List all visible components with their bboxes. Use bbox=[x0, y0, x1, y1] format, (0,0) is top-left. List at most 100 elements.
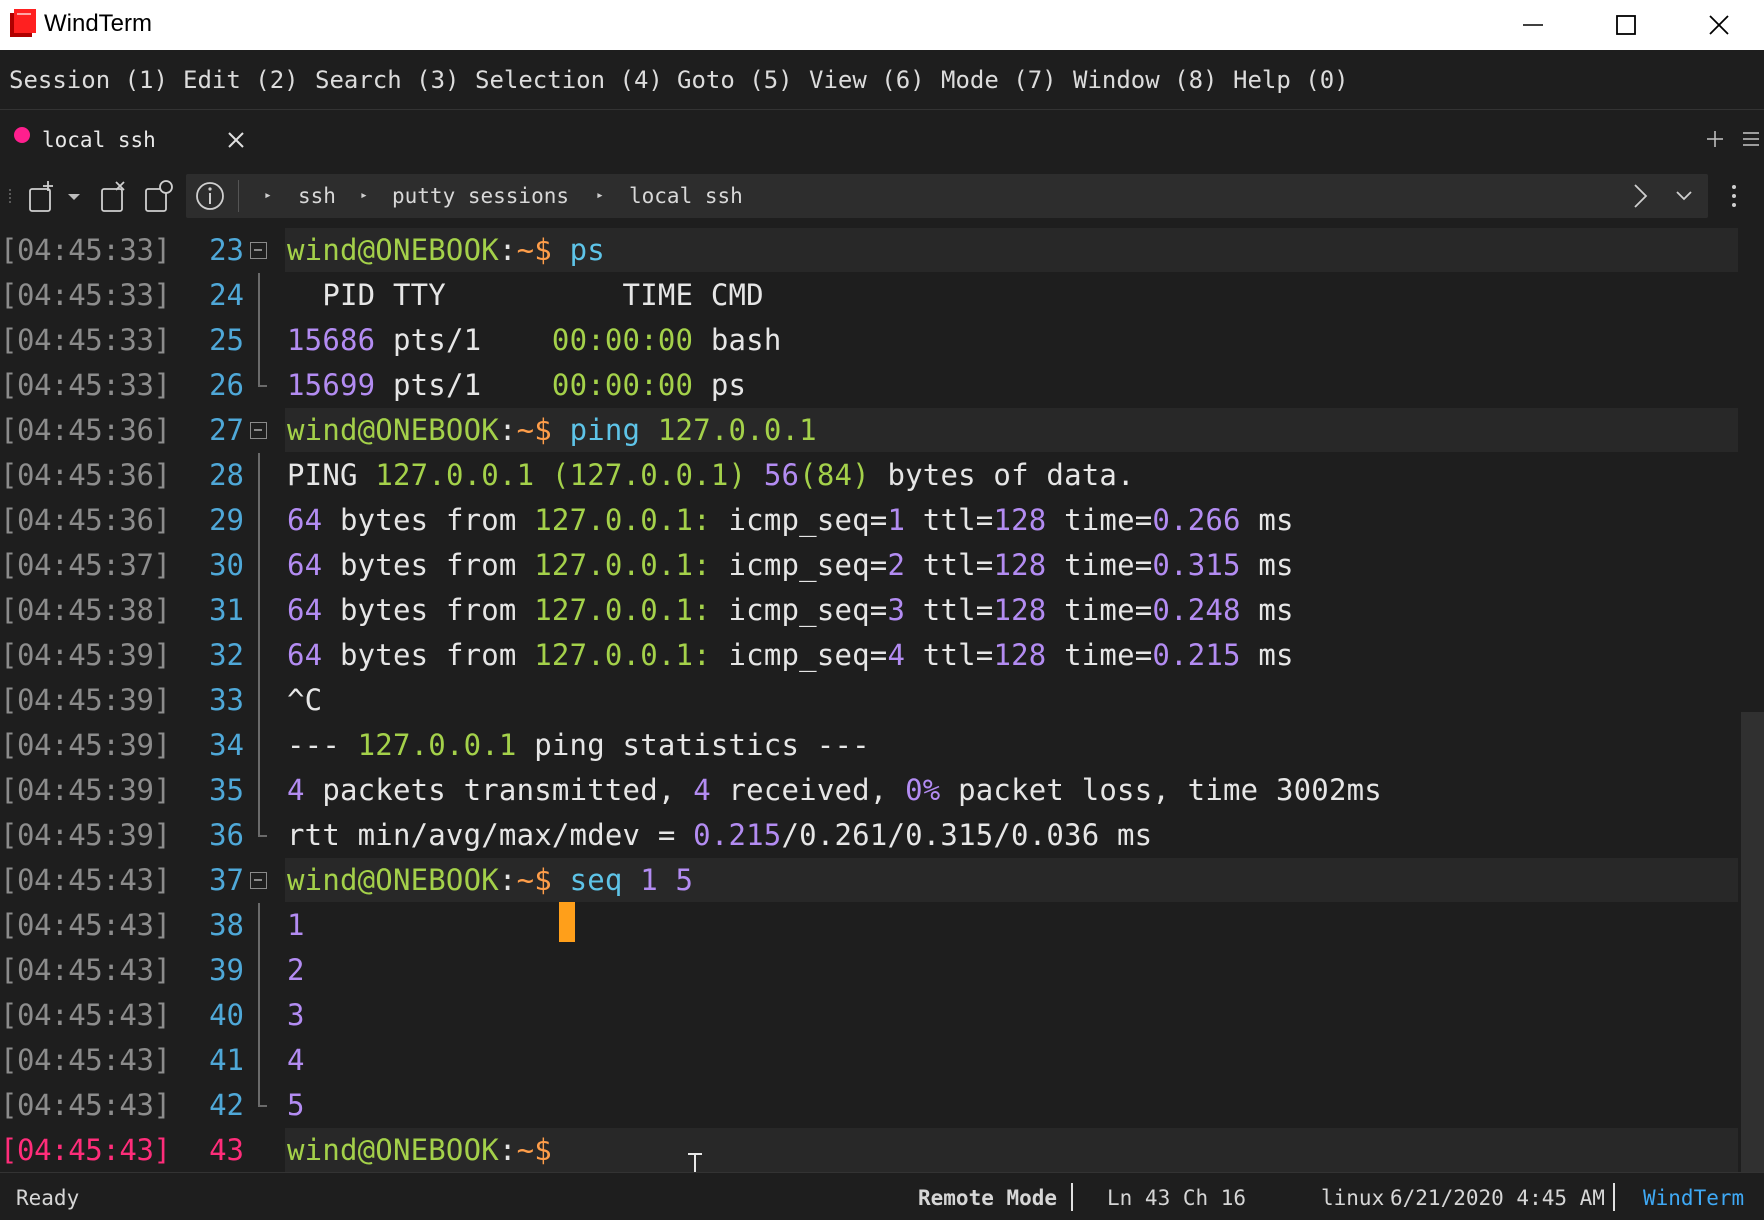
status-bar: Ready Remote Mode Ln 43 Ch 16 linux 6/21… bbox=[0, 1172, 1764, 1220]
session-settings-icon[interactable] bbox=[142, 177, 178, 215]
text-segment: 127.0.0.1: bbox=[534, 548, 711, 582]
text-segment: ~$ bbox=[516, 863, 570, 897]
close-window-button[interactable] bbox=[1684, 0, 1754, 50]
line-number: 42 bbox=[209, 1088, 244, 1122]
chevron-right-icon[interactable] bbox=[1628, 182, 1652, 210]
scrollbar-thumb[interactable] bbox=[1741, 712, 1764, 1172]
line-number: 38 bbox=[209, 908, 244, 942]
minimize-button[interactable] bbox=[1498, 0, 1568, 50]
text-segment: ping bbox=[569, 413, 658, 447]
terminal-line: [04:45:33] 23 wind@ONEBOOK:~$ ps bbox=[0, 228, 1740, 273]
line-text: wind@ONEBOOK:~$ ps bbox=[287, 232, 605, 268]
fold-guide bbox=[258, 723, 260, 768]
line-text: 1 bbox=[287, 907, 305, 943]
line-number: 30 bbox=[209, 548, 244, 582]
text-segment: 128 bbox=[993, 593, 1047, 627]
info-icon[interactable] bbox=[194, 180, 226, 212]
text-segment: 64 bbox=[287, 638, 323, 672]
text-segment: 15686 bbox=[287, 323, 376, 357]
text-segment: ~$ bbox=[516, 1133, 570, 1167]
breadcrumb: ▸ ssh ▸ putty sessions ▸ local ssh bbox=[186, 174, 1708, 218]
terminal-output[interactable]: [04:45:33] 23 wind@ONEBOOK:~$ ps [04:45:33]… bbox=[0, 228, 1764, 1172]
fold-guide bbox=[258, 588, 260, 633]
breadcrumb-item-ssh[interactable]: ssh bbox=[298, 182, 336, 210]
line-timestamp: [04:45:39] bbox=[0, 818, 171, 852]
line-timestamp: [04:45:33] bbox=[0, 278, 171, 312]
fold-toggle-icon[interactable] bbox=[250, 872, 267, 889]
fold-guide bbox=[258, 903, 260, 948]
line-text: wind@ONEBOOK:~$ seq 1 5 bbox=[287, 862, 693, 898]
text-segment: : bbox=[498, 1133, 517, 1167]
line-timestamp: [04:45:36] bbox=[0, 503, 171, 537]
text-segment: icmp_seq= bbox=[710, 503, 888, 537]
menu-session[interactable]: Session (1) bbox=[9, 65, 168, 95]
text-segment: 3 bbox=[887, 593, 906, 627]
line-text: ^C bbox=[287, 682, 322, 718]
maximize-button[interactable] bbox=[1591, 0, 1661, 50]
line-text: rtt min/avg/max/mdev = 0.215/0.261/0.315… bbox=[287, 817, 1152, 853]
new-session-icon[interactable] bbox=[24, 177, 60, 215]
text-segment: ttl= bbox=[905, 503, 994, 537]
new-tab-plus-icon[interactable] bbox=[1702, 123, 1728, 153]
text-segment: ttl= bbox=[905, 638, 994, 672]
line-timestamp: [04:45:43] bbox=[0, 1133, 171, 1167]
text-segment: ms bbox=[1240, 548, 1294, 582]
status-mode[interactable]: Remote Mode bbox=[918, 1185, 1057, 1211]
terminal-line: [04:45:33] 25 15686 pts/1 00:00:00 bash bbox=[0, 318, 1740, 363]
menu-help[interactable]: Help (0) bbox=[1233, 65, 1349, 95]
fold-guide bbox=[258, 453, 260, 498]
line-text: 4 packets transmitted, 4 received, 0% pa… bbox=[287, 772, 1382, 808]
menu-mode[interactable]: Mode (7) bbox=[941, 65, 1057, 95]
fold-toggle-icon[interactable] bbox=[250, 242, 267, 259]
text-segment: 127.0.0.1 (127.0.0.1) bbox=[375, 458, 764, 492]
status-cursor-position[interactable]: Ln 43 Ch 16 bbox=[1107, 1185, 1246, 1211]
tab-list-menu-icon[interactable] bbox=[1738, 123, 1764, 153]
terminal-line: [04:45:43] 42 5 bbox=[0, 1083, 1740, 1128]
line-text: wind@ONEBOOK:~$ bbox=[287, 1132, 570, 1168]
menu-window[interactable]: Window (8) bbox=[1073, 65, 1218, 95]
status-brand[interactable]: WindTerm bbox=[1643, 1185, 1744, 1211]
menu-edit[interactable]: Edit (2) bbox=[183, 65, 299, 95]
text-segment: 127.0.0.1: bbox=[534, 593, 711, 627]
tab-close-icon[interactable] bbox=[222, 126, 250, 154]
line-timestamp: [04:45:33] bbox=[0, 368, 171, 402]
chevron-down-icon[interactable] bbox=[1672, 182, 1696, 210]
terminal-line: [04:45:43] 39 2 bbox=[0, 948, 1740, 993]
breadcrumb-arrow-icon: ▸ bbox=[596, 188, 604, 203]
line-timestamp: [04:45:36] bbox=[0, 413, 171, 447]
line-timestamp: [04:45:33] bbox=[0, 323, 171, 357]
breadcrumb-item-putty-sessions[interactable]: putty sessions bbox=[392, 182, 569, 210]
menu-view[interactable]: View (6) bbox=[809, 65, 925, 95]
maximize-icon bbox=[1616, 15, 1636, 35]
text-segment: ps bbox=[569, 233, 605, 267]
terminal-line: [04:45:43] 40 3 bbox=[0, 993, 1740, 1038]
breadcrumb-item-local-ssh[interactable]: local ssh bbox=[629, 182, 743, 210]
fold-toggle-icon[interactable] bbox=[250, 422, 267, 439]
line-text: 3 bbox=[287, 997, 305, 1033]
close-session-icon[interactable] bbox=[96, 177, 132, 215]
line-text: 64 bytes from 127.0.0.1: icmp_seq=1 ttl=… bbox=[287, 502, 1294, 538]
menu-goto[interactable]: Goto (5) bbox=[677, 65, 793, 95]
text-segment: 0.215 bbox=[1152, 638, 1241, 672]
tab-local-ssh[interactable]: local ssh bbox=[0, 111, 255, 171]
toolbar: ▸ ssh ▸ putty sessions ▸ local ssh bbox=[0, 171, 1764, 221]
menu-search[interactable]: Search (3) bbox=[315, 65, 460, 95]
line-number: 27 bbox=[209, 413, 244, 447]
line-number: 23 bbox=[209, 233, 244, 267]
line-number: 33 bbox=[209, 683, 244, 717]
status-os[interactable]: linux bbox=[1321, 1185, 1384, 1211]
text-segment: 127.0.0.1: bbox=[534, 503, 711, 537]
menu-selection[interactable]: Selection (4) bbox=[475, 65, 663, 95]
text-segment: ping statistics --- bbox=[516, 728, 870, 762]
line-number: 25 bbox=[209, 323, 244, 357]
chevron-down-icon[interactable] bbox=[64, 177, 84, 215]
text-segment: received, bbox=[710, 773, 906, 807]
text-segment: ~$ bbox=[516, 413, 570, 447]
text-segment: ms bbox=[1240, 503, 1294, 537]
terminal-line: [04:45:39] 32 64 bytes from 127.0.0.1: icm… bbox=[0, 633, 1740, 678]
text-segment: : bbox=[498, 863, 517, 897]
more-options-icon[interactable] bbox=[1724, 177, 1744, 215]
line-timestamp: [04:45:39] bbox=[0, 773, 171, 807]
fold-guide bbox=[258, 1038, 260, 1083]
status-datetime: 6/21/2020 4:45 AM bbox=[1390, 1186, 1605, 1210]
